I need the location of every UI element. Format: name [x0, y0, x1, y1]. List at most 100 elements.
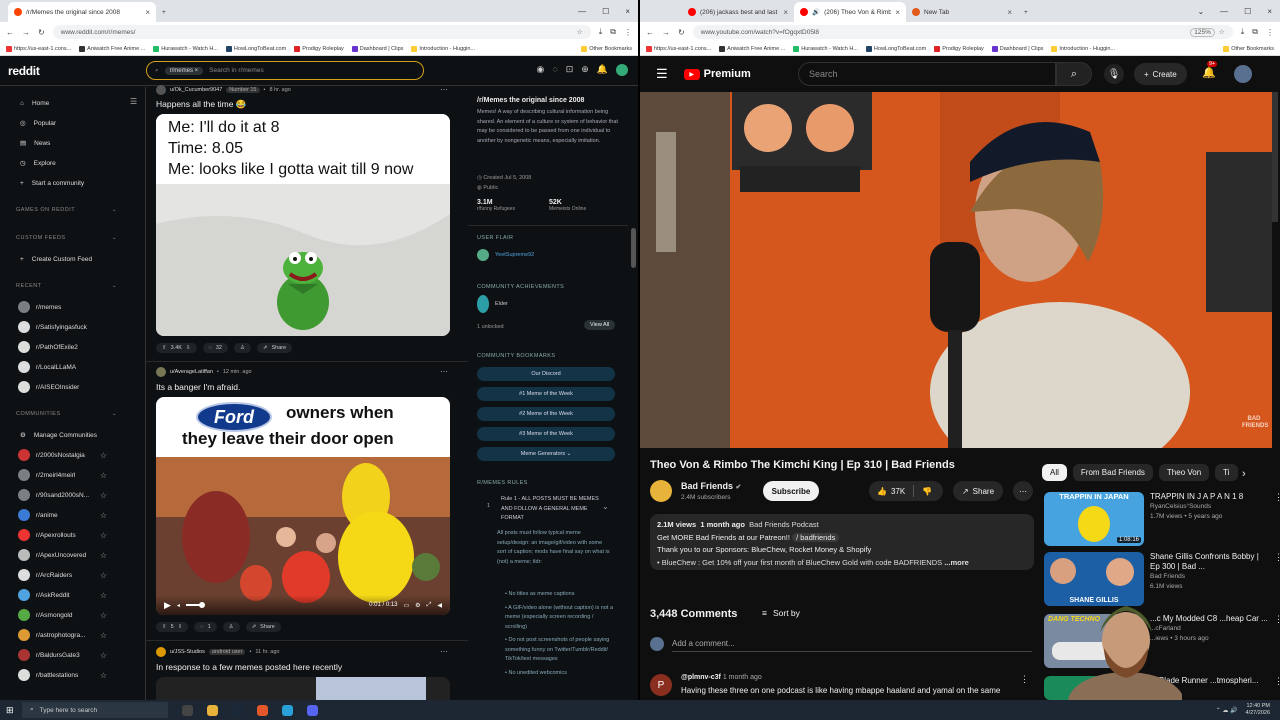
subscribe-button[interactable]: Subscribe [763, 481, 819, 501]
like-icon[interactable]: 👍 [877, 487, 887, 496]
tab-reddit[interactable]: /r/Memes the original since 2008 × [8, 2, 156, 22]
play-icon[interactable]: ▶ [164, 600, 171, 611]
sidebar-community-item[interactable]: r/AskReddit ☆ [0, 585, 145, 605]
dislike-icon[interactable]: 👎 [922, 487, 932, 496]
favorite-star-icon[interactable]: ☆ [100, 491, 107, 500]
comments-button[interactable]: ◌ 1 [194, 622, 217, 632]
post-author[interactable]: u/JSS-Studios [170, 649, 205, 655]
firefox-icon[interactable] [257, 704, 268, 716]
award-button[interactable]: ♙ [222, 622, 240, 632]
favorite-star-icon[interactable]: ☆ [100, 611, 107, 620]
extensions-icon[interactable]: ⧉ [1252, 27, 1258, 37]
chat-icon[interactable]: ◌ [552, 64, 557, 76]
channel-avatar[interactable] [650, 480, 672, 502]
create-button[interactable]: + Create [1134, 63, 1187, 85]
commenter-avatar[interactable]: P [650, 674, 672, 696]
favorite-star-icon[interactable]: ☆ [100, 651, 107, 660]
inbox-icon[interactable]: ⊡ [566, 64, 574, 76]
sidebar-item-news[interactable]: ▤ News [0, 133, 145, 153]
volume-slider[interactable] [185, 602, 205, 608]
windows-start-icon[interactable]: ⊞ [6, 705, 14, 716]
close-tab-icon[interactable]: × [783, 8, 788, 17]
reddit-logo[interactable]: reddit [8, 64, 40, 78]
other-bookmarks[interactable]: Other Bookmarks [1223, 45, 1274, 52]
system-tray[interactable]: ⌃ ☁ 🔊 [1216, 707, 1238, 714]
bookmark-item[interactable]: Hurawatch - Watch H... [793, 45, 858, 52]
minimize-icon[interactable]: — [1220, 7, 1228, 16]
notification-icon[interactable]: 🔔 [597, 64, 608, 76]
bookmark-meme3-button[interactable]: #3 Meme of the Week [477, 427, 615, 441]
zoom-indicator[interactable]: 125% [1190, 27, 1215, 37]
comments-button[interactable]: ◌ 32 [202, 343, 228, 353]
settings-icon[interactable]: ⚙ [415, 602, 420, 609]
chip-more[interactable]: Ti [1215, 464, 1238, 481]
bookmark-item[interactable]: Prodigy Roleplay [934, 45, 984, 52]
reload-icon[interactable]: ↻ [38, 28, 45, 37]
games-section-header[interactable]: GAMES ON REDDIT ⌄ [0, 199, 145, 221]
manage-communities[interactable]: ⚙ Manage Communities [0, 425, 145, 445]
telegram-icon[interactable] [282, 704, 293, 716]
other-bookmarks[interactable]: Other Bookmarks [581, 45, 632, 52]
vote-control[interactable]: ⇧ 3.4K ⇩ [156, 343, 197, 353]
sidebar-community-item[interactable]: r/Satisfyingasfuck [0, 317, 145, 337]
share-button[interactable]: ↗ Share [953, 481, 1003, 501]
sidebar-community-item[interactable]: r/PathOfExile2 [0, 337, 145, 357]
bookmark-item[interactable]: Introduction - Huggin... [1051, 45, 1115, 52]
post-author[interactable]: u/AverageLatiffan [170, 369, 213, 375]
new-tab-button[interactable]: + [1018, 2, 1034, 22]
close-window-icon[interactable]: × [625, 7, 630, 16]
download-icon[interactable]: ⤓ [599, 27, 603, 37]
download-icon[interactable]: ⤓ [1241, 27, 1245, 37]
bookmark-item[interactable]: Introduction - Huggin... [411, 45, 475, 52]
avatar[interactable] [156, 367, 166, 377]
fullscreen-icon[interactable]: ⤢ [427, 602, 432, 609]
sidebar-item-explore[interactable]: ◷ Explore [0, 153, 145, 173]
new-tab-button[interactable]: + [156, 2, 172, 22]
bookmark-item[interactable]: Hurawatch - Watch H... [153, 45, 218, 52]
sidebar-community-item[interactable]: r/AISEOInsider [0, 377, 145, 397]
bookmark-meme2-button[interactable]: #2 Meme of the Week [477, 407, 615, 421]
post-title[interactable]: In response to a few memes posted here r… [156, 662, 342, 672]
favorite-star-icon[interactable]: ☆ [100, 591, 107, 600]
close-tab-icon[interactable]: × [1007, 8, 1012, 17]
forward-icon[interactable]: → [662, 28, 670, 37]
share-button[interactable]: ⇗ Share [256, 343, 293, 353]
bookmark-item[interactable]: HowLongToBeat.com [225, 45, 286, 52]
sidebar-item-home[interactable]: ⌂ Home [0, 93, 145, 113]
add-comment-input[interactable]: Add a comment... [672, 639, 1032, 652]
close-tab-icon[interactable]: × [895, 8, 900, 17]
post-author[interactable]: u/Ok_Cucumber9047 [170, 87, 222, 93]
sidebar-community-item[interactable]: r/90sand2000sN... ☆ [0, 485, 145, 505]
captions-icon[interactable]: ▭ [404, 602, 410, 609]
video-options-icon[interactable]: ⋮ [1274, 614, 1280, 668]
scrollbar[interactable] [1272, 92, 1278, 222]
favorite-star-icon[interactable]: ☆ [100, 451, 107, 460]
collapse-sidebar-icon[interactable]: ☰ [130, 97, 137, 106]
meme-generators-button[interactable]: Meme Generators ⌄ [477, 447, 615, 461]
sidebar-community-item[interactable]: r/2meirl4meirl ☆ [0, 465, 145, 485]
user-flair-row[interactable]: YeetSupreme92 [477, 249, 534, 261]
chip-theo-von[interactable]: Theo Von [1158, 464, 1210, 481]
taskbar-search[interactable]: ⌕ Type here to search [22, 702, 168, 718]
minimize-icon[interactable]: — [578, 7, 586, 16]
task-view-icon[interactable] [182, 704, 193, 716]
file-explorer-icon[interactable] [207, 704, 218, 716]
video-player[interactable]: BAD FRIENDS [640, 92, 1272, 448]
video-options-icon[interactable]: ⋮ [1274, 552, 1280, 606]
notification-icon[interactable]: 🔔 [1202, 66, 1216, 79]
extensions-icon[interactable]: ⧉ [610, 27, 616, 37]
subreddit-filter-chip[interactable]: r/memes × [164, 66, 204, 75]
post-title[interactable]: Happens all the time 😂 [156, 99, 246, 110]
bookmark-meme1-button[interactable]: #1 Meme of the Week [477, 387, 615, 401]
avatar[interactable] [1234, 65, 1252, 83]
create-post-icon[interactable]: ⊕ [581, 64, 589, 76]
url-field[interactable]: www.reddit.com/r/memes/☆ [52, 25, 591, 39]
maximize-icon[interactable]: ☐ [1244, 7, 1251, 16]
create-custom-feed[interactable]: + Create Custom Feed [0, 249, 145, 269]
like-count[interactable]: 37K [891, 487, 905, 496]
back-icon[interactable]: ← [6, 28, 14, 37]
sidebar-item-start-a-community[interactable]: + Start a community [0, 173, 145, 193]
chevron-right-icon[interactable]: › [1242, 468, 1246, 480]
custom-feeds-header[interactable]: CUSTOM FEEDS ⌄ [0, 227, 145, 249]
sidebar-community-item[interactable]: r/Asmongold ☆ [0, 605, 145, 625]
